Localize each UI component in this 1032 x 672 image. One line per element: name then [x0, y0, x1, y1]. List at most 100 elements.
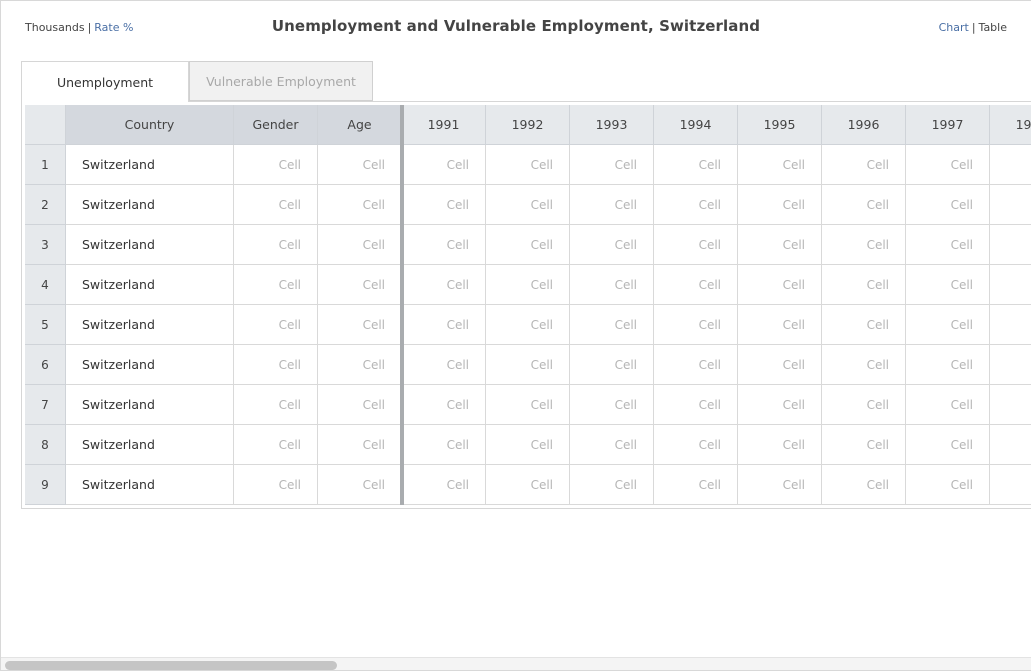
year-value-cell[interactable]: Cell [906, 385, 990, 425]
column-header-country[interactable]: Country [66, 105, 234, 145]
year-value-cell[interactable]: Cell [654, 465, 738, 505]
column-header-year[interactable]: 1997 [906, 105, 990, 145]
year-value-cell[interactable]: Cell [906, 265, 990, 305]
year-value-cell[interactable]: Cell [402, 225, 486, 265]
age-cell[interactable]: Cell [318, 345, 402, 385]
column-header-year[interactable]: 1994 [654, 105, 738, 145]
year-value-cell[interactable]: Cell [822, 305, 906, 345]
country-cell[interactable]: Switzerland [66, 225, 234, 265]
year-value-cell[interactable]: Cell [402, 345, 486, 385]
year-value-cell[interactable]: Cell [402, 425, 486, 465]
year-value-cell[interactable]: Cell [822, 385, 906, 425]
year-value-cell[interactable]: Cell [654, 265, 738, 305]
year-value-cell[interactable]: Cell [486, 425, 570, 465]
age-cell[interactable]: Cell [318, 265, 402, 305]
year-value-cell[interactable]: Cell [654, 225, 738, 265]
year-value-cell[interactable]: Cell [906, 185, 990, 225]
year-value-cell[interactable]: Cell [906, 305, 990, 345]
age-cell[interactable]: Cell [318, 145, 402, 185]
year-value-cell[interactable]: Cell [402, 265, 486, 305]
gender-cell[interactable]: Cell [234, 345, 318, 385]
gender-cell[interactable]: Cell [234, 425, 318, 465]
column-header-year[interactable]: 1993 [570, 105, 654, 145]
year-value-cell[interactable]: Cell [402, 385, 486, 425]
year-value-cell[interactable]: Cell [486, 265, 570, 305]
year-value-cell[interactable]: Cell [990, 145, 1031, 185]
year-value-cell[interactable]: Cell [654, 145, 738, 185]
frozen-column-divider[interactable] [400, 105, 404, 505]
year-value-cell[interactable]: Cell [738, 225, 822, 265]
country-cell[interactable]: Switzerland [66, 385, 234, 425]
gender-cell[interactable]: Cell [234, 265, 318, 305]
row-number[interactable]: 4 [25, 265, 66, 305]
age-cell[interactable]: Cell [318, 425, 402, 465]
year-value-cell[interactable]: Cell [906, 465, 990, 505]
scrollbar-thumb[interactable] [5, 661, 337, 670]
age-cell[interactable]: Cell [318, 385, 402, 425]
gender-cell[interactable]: Cell [234, 185, 318, 225]
row-number[interactable]: 5 [25, 305, 66, 345]
country-cell[interactable]: Switzerland [66, 265, 234, 305]
year-value-cell[interactable]: Cell [402, 145, 486, 185]
year-value-cell[interactable]: Cell [738, 425, 822, 465]
gender-cell[interactable]: Cell [234, 145, 318, 185]
year-value-cell[interactable]: Cell [654, 305, 738, 345]
year-value-cell[interactable]: Cell [738, 145, 822, 185]
year-value-cell[interactable]: Cell [654, 425, 738, 465]
year-value-cell[interactable]: Cell [822, 185, 906, 225]
column-header-age[interactable]: Age [318, 105, 402, 145]
row-number[interactable]: 1 [25, 145, 66, 185]
year-value-cell[interactable]: Cell [570, 385, 654, 425]
gender-cell[interactable]: Cell [234, 465, 318, 505]
age-cell[interactable]: Cell [318, 465, 402, 505]
year-value-cell[interactable]: Cell [738, 265, 822, 305]
year-value-cell[interactable]: Cell [654, 185, 738, 225]
year-value-cell[interactable]: Cell [990, 385, 1031, 425]
gender-cell[interactable]: Cell [234, 385, 318, 425]
year-value-cell[interactable]: Cell [486, 465, 570, 505]
column-header-year[interactable]: 1991 [402, 105, 486, 145]
tab-vulnerable-employment[interactable]: Vulnerable Employment [189, 61, 373, 101]
age-cell[interactable]: Cell [318, 225, 402, 265]
row-number[interactable]: 9 [25, 465, 66, 505]
year-value-cell[interactable]: Cell [990, 185, 1031, 225]
year-value-cell[interactable]: Cell [486, 345, 570, 385]
year-value-cell[interactable]: Cell [990, 225, 1031, 265]
year-value-cell[interactable]: Cell [486, 305, 570, 345]
year-value-cell[interactable]: Cell [906, 425, 990, 465]
year-value-cell[interactable]: Cell [906, 345, 990, 385]
year-value-cell[interactable]: Cell [822, 425, 906, 465]
horizontal-scrollbar[interactable] [1, 657, 1031, 670]
view-chart-link[interactable]: Chart [939, 21, 969, 34]
year-value-cell[interactable]: Cell [570, 185, 654, 225]
year-value-cell[interactable]: Cell [822, 145, 906, 185]
column-header-year[interactable]: 1996 [822, 105, 906, 145]
age-cell[interactable]: Cell [318, 185, 402, 225]
year-value-cell[interactable]: Cell [570, 345, 654, 385]
year-value-cell[interactable]: Cell [486, 225, 570, 265]
year-value-cell[interactable]: Cell [990, 265, 1031, 305]
year-value-cell[interactable]: Cell [570, 265, 654, 305]
tab-unemployment[interactable]: Unemployment [21, 61, 189, 102]
year-value-cell[interactable]: Cell [402, 185, 486, 225]
year-value-cell[interactable]: Cell [738, 345, 822, 385]
view-table-link[interactable]: Table [979, 21, 1007, 34]
year-value-cell[interactable]: Cell [738, 385, 822, 425]
year-value-cell[interactable]: Cell [990, 465, 1031, 505]
country-cell[interactable]: Switzerland [66, 345, 234, 385]
country-cell[interactable]: Switzerland [66, 145, 234, 185]
year-value-cell[interactable]: Cell [822, 225, 906, 265]
gender-cell[interactable]: Cell [234, 305, 318, 345]
country-cell[interactable]: Switzerland [66, 465, 234, 505]
row-number[interactable]: 7 [25, 385, 66, 425]
year-value-cell[interactable]: Cell [990, 425, 1031, 465]
year-value-cell[interactable]: Cell [906, 225, 990, 265]
year-value-cell[interactable]: Cell [654, 385, 738, 425]
column-header-year[interactable]: 1995 [738, 105, 822, 145]
year-value-cell[interactable]: Cell [570, 225, 654, 265]
column-header-year[interactable]: 1998 [990, 105, 1031, 145]
column-header-year[interactable]: 1992 [486, 105, 570, 145]
country-cell[interactable]: Switzerland [66, 425, 234, 465]
column-header-gender[interactable]: Gender [234, 105, 318, 145]
year-value-cell[interactable]: Cell [654, 345, 738, 385]
